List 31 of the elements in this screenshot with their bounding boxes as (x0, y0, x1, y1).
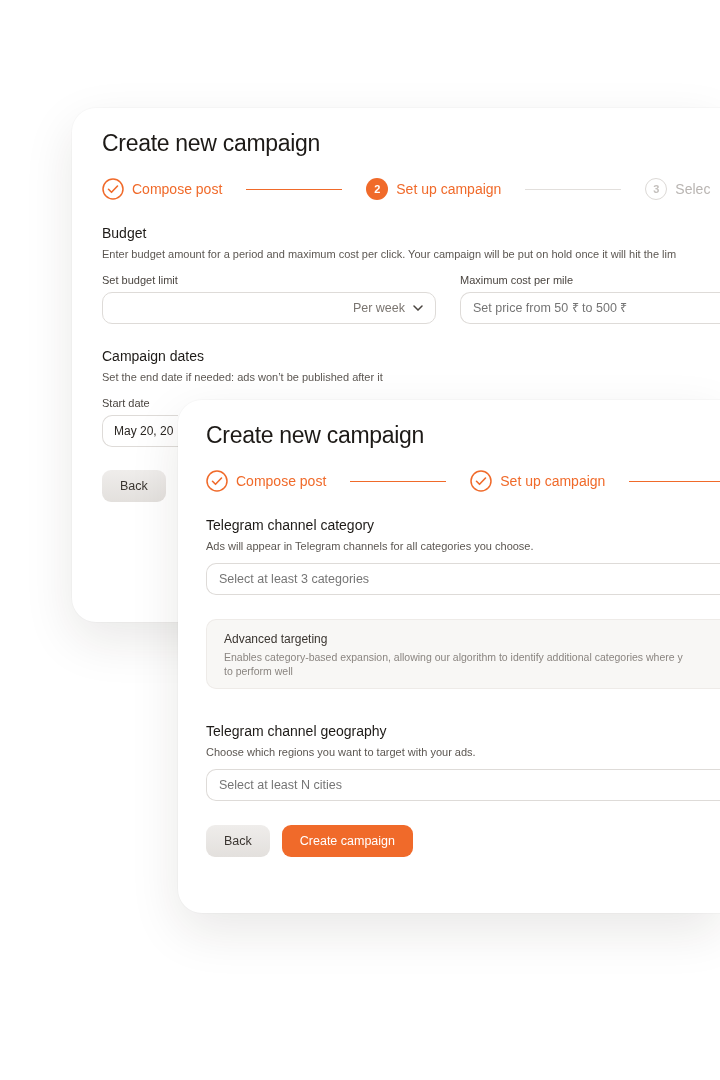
budget-field[interactable]: Per week (102, 292, 436, 324)
page-title: Create new campaign (102, 130, 321, 157)
back-button[interactable]: Back (206, 825, 270, 857)
create-button[interactable]: Create campaign (281, 825, 413, 857)
section-heading: Telegram channel geography (206, 723, 387, 739)
step-label[interactable]: Compose post (236, 473, 327, 489)
input-field[interactable]: Set price from 50 ₹ to 500 ₹ (460, 292, 720, 324)
section-description: Set the end date if needed: ads won’t be published after it (102, 371, 383, 383)
city-select[interactable]: Select at least N cities (206, 769, 720, 801)
chevron-down-icon (413, 305, 423, 311)
date-field[interactable]: May 20, 20 (102, 415, 178, 447)
section-heading: Campaign dates (102, 348, 204, 364)
panel-title: Advanced targeting (224, 632, 329, 646)
field-label: Start date (102, 397, 151, 409)
step-label[interactable]: Set up campaign (396, 181, 502, 197)
section-heading: Budget (102, 225, 147, 241)
step-label[interactable]: Selec (675, 181, 711, 197)
page-title: Create new campaign (206, 422, 425, 449)
section-heading: Telegram channel category (206, 517, 375, 533)
step-number: 2 (366, 178, 389, 200)
back-button[interactable]: Back (102, 470, 166, 502)
section-description: Enter budget amount for a period and maximum cost per click. Your campaign will be put on hold once it will hit the lim (102, 248, 677, 260)
targeting-panel[interactable]: Advanced targeting Enables category-based expansion, allowing our algorithm to identify additional categories where y to perform well (206, 619, 720, 689)
panel-description: Enables category-based expansion, allowing our algorithm to identify additional categories where y to perform well (224, 650, 684, 678)
field-label: Maximum cost per mile (460, 274, 575, 286)
section-description: Ads will appear in Telegram channels for all categories you choose. (206, 540, 534, 552)
step-label[interactable]: Compose post (132, 181, 223, 197)
section-description: Choose which regions you want to target with your ads. (206, 746, 476, 758)
category-select[interactable]: Select at least 3 categories (206, 563, 720, 595)
field-label: Set budget limit (102, 274, 179, 286)
step-label[interactable]: Set up campaign (500, 473, 606, 489)
